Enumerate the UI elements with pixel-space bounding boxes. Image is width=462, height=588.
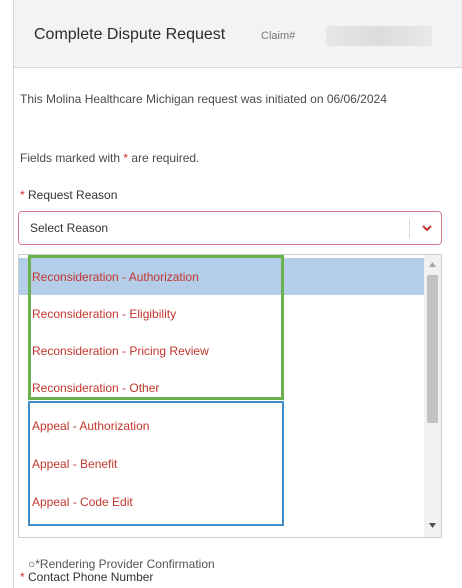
scroll-down-arrow-icon[interactable] — [428, 521, 437, 530]
dropdown-option[interactable]: Reconsideration - Authorization — [19, 258, 424, 295]
contact-phone-label: * Contact Phone Number — [20, 570, 153, 584]
dropdown-option[interactable]: Appeal - Code Edit — [19, 483, 424, 520]
option-label: Reconsideration - Other — [32, 381, 160, 395]
request-reason-dropdown[interactable]: Reconsideration - Authorization Reconsid… — [18, 254, 442, 538]
contact-phone-text: Contact Phone Number — [28, 570, 154, 584]
option-label: Appeal - Code Edit — [32, 495, 133, 509]
option-label: Appeal - Benefit — [32, 457, 118, 471]
intro-text: This Molina Healthcare Michigan request … — [20, 92, 387, 106]
fields-note-suffix: are required. — [131, 151, 200, 165]
claim-number-redacted — [326, 26, 432, 46]
dropdown-option[interactable]: Reconsideration - Other — [19, 369, 424, 406]
dropdown-scrollbar[interactable] — [424, 255, 441, 537]
rendering-provider-label: ○*Rendering Provider Confirmation — [28, 557, 215, 571]
option-label: Appeal - Authorization — [32, 419, 150, 433]
page-title: Complete Dispute Request — [34, 26, 226, 43]
required-asterisk: * — [20, 188, 25, 202]
option-label: Reconsideration - Eligibility — [32, 307, 177, 321]
dropdown-option[interactable]: Reconsideration - Pricing Review — [19, 332, 424, 369]
option-label: Reconsideration - Pricing Review — [32, 344, 209, 358]
fields-note-prefix: Fields marked with — [20, 151, 121, 165]
dropdown-option[interactable]: Reconsideration - Eligibility — [19, 295, 424, 332]
claim-label: Claim# — [261, 30, 296, 42]
select-placeholder: Select Reason — [30, 221, 109, 235]
request-reason-text: Request Reason — [28, 188, 118, 202]
chevron-down-icon[interactable] — [420, 221, 434, 235]
required-fields-note: Fields marked with * are required. — [20, 151, 199, 165]
required-asterisk: * — [20, 570, 25, 584]
panel-header: Complete Dispute Request Claim# — [14, 0, 462, 68]
dropdown-option[interactable]: Appeal - Benefit — [19, 445, 424, 482]
scroll-up-arrow-icon[interactable] — [428, 260, 437, 269]
required-asterisk: * — [123, 151, 129, 165]
request-reason-select[interactable]: Select Reason — [18, 211, 442, 245]
scrollbar-thumb[interactable] — [427, 275, 438, 423]
select-divider — [409, 219, 410, 238]
dropdown-option[interactable]: Appeal - Authorization — [19, 407, 424, 444]
option-label: Reconsideration - Authorization — [32, 270, 199, 284]
request-reason-label: * Request Reason — [20, 188, 117, 202]
